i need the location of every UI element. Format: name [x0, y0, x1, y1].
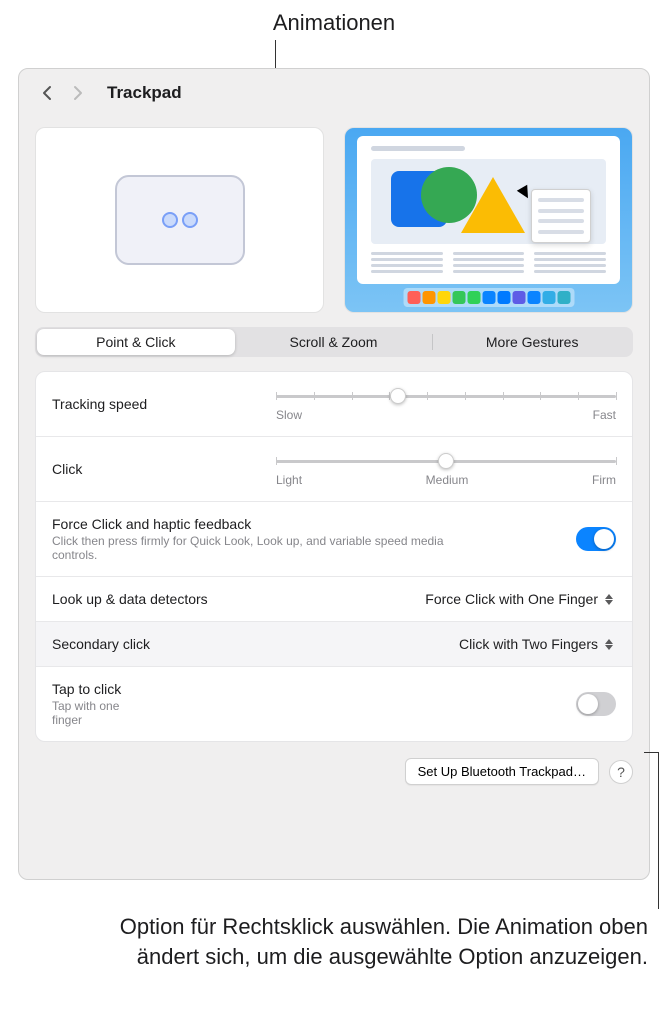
finger-indicator: [162, 212, 178, 228]
row-look-up: Look up & data detectors Force Click wit…: [36, 577, 632, 622]
trackpad-gesture-preview: [35, 127, 324, 313]
slider-min-label: Light: [276, 473, 302, 487]
secondary-click-select[interactable]: Click with Two Fingers: [459, 636, 616, 652]
slider-mid-label: Medium: [426, 473, 469, 487]
secondary-click-label: Secondary click: [52, 636, 150, 652]
tracking-speed-slider[interactable]: Slow Fast: [276, 386, 616, 422]
screen-preview: [344, 127, 633, 313]
trackpad-shape: [115, 175, 245, 265]
dock-preview: [403, 288, 574, 307]
slider-min-label: Slow: [276, 408, 302, 422]
preview-window: [357, 136, 620, 284]
setup-bluetooth-button[interactable]: Set Up Bluetooth Trackpad…: [405, 758, 599, 785]
help-button[interactable]: ?: [609, 760, 633, 784]
annotation-top-label: Animationen: [0, 10, 668, 36]
force-click-label: Force Click and haptic feedback: [52, 516, 564, 532]
trackpad-settings-window: Trackpad: [18, 68, 650, 880]
secondary-click-value: Click with Two Fingers: [459, 636, 598, 652]
row-click: Click Light Medium Firm: [36, 437, 632, 502]
chevron-updown-icon: [602, 594, 616, 605]
toolbar: Trackpad: [19, 69, 649, 117]
tab-point-click[interactable]: Point & Click: [37, 329, 235, 355]
finger-indicator: [182, 212, 198, 228]
look-up-label: Look up & data detectors: [52, 591, 208, 607]
context-menu-preview: [531, 189, 591, 243]
click-slider[interactable]: Light Medium Firm: [276, 451, 616, 487]
annotation-leader-line: [644, 752, 658, 753]
settings-list: Tracking speed Slow Fast Click: [35, 371, 633, 742]
tap-to-click-label: Tap to click: [52, 681, 153, 697]
annotation-leader-line: [658, 752, 659, 909]
tab-segmented-control[interactable]: Point & Click Scroll & Zoom More Gesture…: [35, 327, 633, 357]
chevron-updown-icon: [602, 639, 616, 650]
preview-row: [19, 117, 649, 327]
slider-max-label: Fast: [593, 408, 616, 422]
slider-max-label: Firm: [592, 473, 616, 487]
row-tracking-speed: Tracking speed Slow Fast: [36, 372, 632, 437]
row-secondary-click: Secondary click Click with Two Fingers: [36, 622, 632, 667]
force-click-sublabel: Click then press firmly for Quick Look, …: [52, 534, 451, 562]
annotation-bottom-label: Option für Rechtsklick auswählen. Die An…: [88, 912, 648, 971]
row-force-click: Force Click and haptic feedback Click th…: [36, 502, 632, 577]
tab-scroll-zoom[interactable]: Scroll & Zoom: [235, 329, 433, 355]
row-tap-to-click: Tap to click Tap with one finger: [36, 667, 632, 741]
look-up-select[interactable]: Force Click with One Finger: [425, 591, 616, 607]
page-title: Trackpad: [107, 83, 182, 103]
force-click-toggle[interactable]: [576, 527, 616, 551]
tracking-speed-label: Tracking speed: [52, 396, 147, 412]
back-button[interactable]: [35, 82, 57, 104]
tap-to-click-toggle[interactable]: [576, 692, 616, 716]
footer: Set Up Bluetooth Trackpad… ?: [19, 742, 649, 801]
click-label: Click: [52, 461, 82, 477]
tap-to-click-sublabel: Tap with one finger: [52, 699, 131, 727]
tab-more-gestures[interactable]: More Gestures: [433, 329, 631, 355]
forward-button[interactable]: [67, 82, 89, 104]
look-up-value: Force Click with One Finger: [425, 591, 598, 607]
